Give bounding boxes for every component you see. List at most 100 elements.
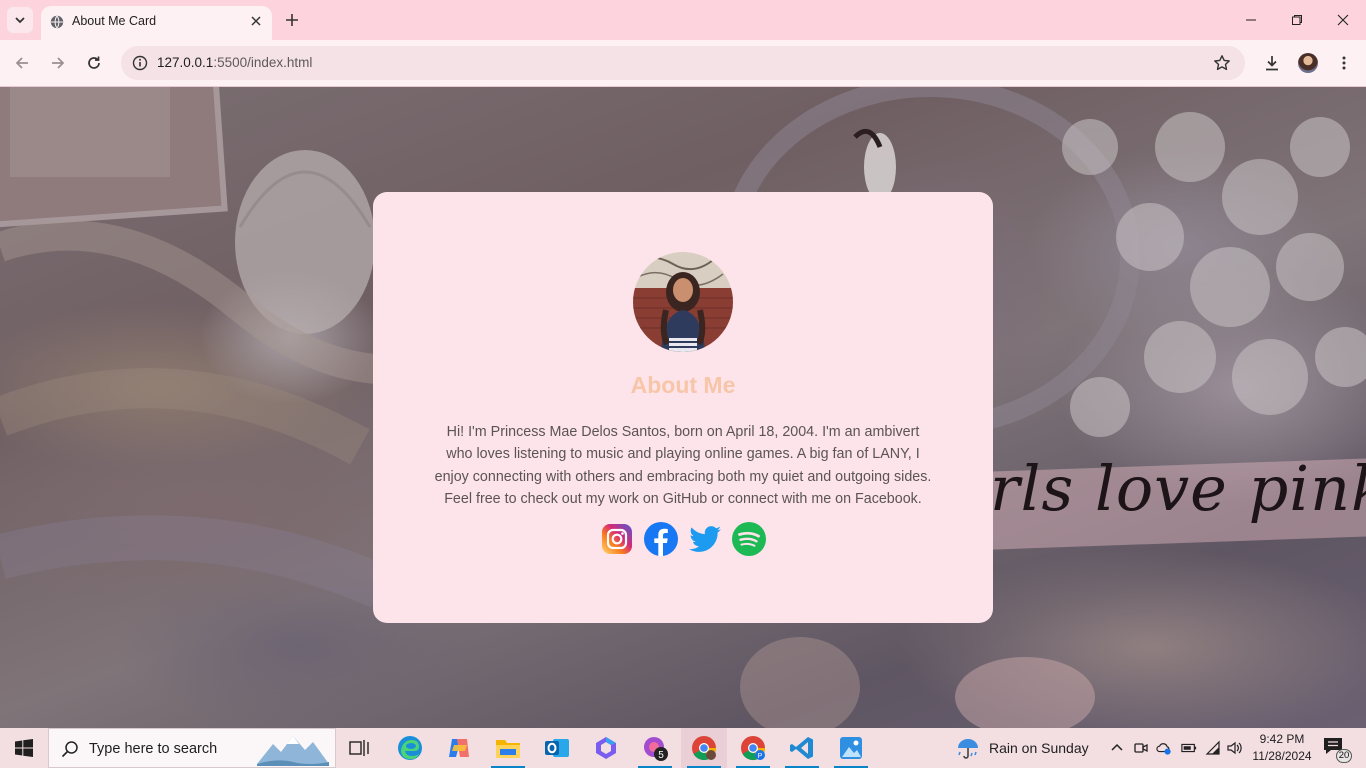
- spotify-link[interactable]: [731, 521, 767, 557]
- download-icon: [1266, 56, 1278, 71]
- tray-battery[interactable]: [1181, 740, 1197, 756]
- taskbar-outlook[interactable]: [534, 728, 580, 768]
- browser-toolbar: 127.0.0.1:5500/index.html: [0, 40, 1366, 87]
- taskbar-m365[interactable]: [583, 728, 629, 768]
- facebook-link[interactable]: [643, 521, 679, 557]
- camera-icon: [1134, 743, 1148, 753]
- windows-logo-icon: [15, 739, 33, 757]
- downloads-button[interactable]: [1260, 51, 1284, 75]
- cloud-icon: [1156, 743, 1171, 755]
- page-viewport: rls love pink. About Me Hi! I'm P: [0, 87, 1366, 728]
- url-host: 127.0.0.1: [157, 55, 214, 70]
- umbrella-rain-icon: [958, 739, 978, 759]
- background-text: rls love pink.: [990, 452, 1366, 525]
- svg-text:P: P: [758, 753, 763, 760]
- minimize-button[interactable]: [1239, 8, 1263, 32]
- taskbar-chrome-profile[interactable]: P: [730, 728, 776, 768]
- new-tab-button[interactable]: [282, 10, 302, 30]
- tab-search-button[interactable]: [7, 7, 33, 33]
- chrome-icon: [692, 736, 717, 761]
- search-highlight-mountains-icon: [257, 736, 329, 766]
- wifi-icon: [1205, 740, 1220, 755]
- url-text[interactable]: 127.0.0.1:5500/index.html: [157, 55, 312, 70]
- twitter-icon: [689, 526, 721, 552]
- plus-icon: [286, 14, 298, 26]
- tray-meet-now[interactable]: [1133, 740, 1149, 756]
- photos-icon: [840, 737, 862, 759]
- instagram-link[interactable]: [599, 521, 635, 557]
- chrome-icon: P: [741, 736, 766, 761]
- bookmark-star-icon[interactable]: [1213, 54, 1231, 72]
- close-icon: [1337, 14, 1349, 26]
- start-button[interactable]: [0, 728, 48, 768]
- restore-button[interactable]: [1285, 8, 1309, 32]
- tray-network[interactable]: [1205, 740, 1221, 756]
- notification-count: 20: [1336, 749, 1352, 763]
- browser-tab-strip: About Me Card: [0, 0, 1366, 40]
- search-placeholder: Type here to search: [89, 741, 218, 757]
- copilot-icon: [449, 739, 469, 757]
- outlook-icon: [545, 739, 569, 757]
- twitter-link[interactable]: [687, 521, 723, 557]
- tab-title: About Me Card: [72, 14, 157, 28]
- info-icon: [132, 55, 148, 71]
- globe-icon: [50, 15, 64, 29]
- about-bio: Hi! I'm Princess Mae Delos Santos, born …: [434, 424, 932, 507]
- vscode-icon: [790, 737, 813, 759]
- weather-text: Rain on Sunday: [989, 740, 1089, 756]
- copilot-badge: 5: [658, 750, 664, 761]
- restore-icon: [1292, 15, 1302, 25]
- avatar: [1298, 53, 1318, 73]
- microsoft-365-icon: [596, 737, 616, 759]
- taskbar-copilot[interactable]: [436, 728, 482, 768]
- edge-icon: [398, 736, 422, 760]
- close-tab-icon[interactable]: [248, 13, 264, 29]
- site-info-button[interactable]: [129, 52, 151, 74]
- folder-icon: [496, 740, 520, 758]
- instagram-icon: [602, 524, 632, 554]
- address-bar[interactable]: 127.0.0.1:5500/index.html: [121, 46, 1245, 80]
- taskbar-vscode[interactable]: [779, 728, 825, 768]
- task-view-icon: [349, 740, 369, 756]
- url-path: :5500/index.html: [213, 55, 313, 70]
- close-window-button[interactable]: [1331, 8, 1355, 32]
- tray-volume[interactable]: [1226, 740, 1242, 756]
- reload-button[interactable]: [82, 51, 106, 75]
- speaker-icon: [1227, 741, 1242, 755]
- clock-time: 9:42 PM: [1259, 732, 1305, 746]
- profile-button[interactable]: [1296, 51, 1320, 75]
- clock-date: 11/28/2024: [1252, 749, 1312, 763]
- arrow-right-icon: [52, 57, 65, 69]
- chevron-down-icon: [15, 17, 25, 24]
- taskbar-search-box[interactable]: Type here to search: [48, 728, 336, 768]
- weather-widget[interactable]: Rain on Sunday: [955, 728, 1089, 768]
- minimize-icon: [1246, 19, 1256, 21]
- taskbar-chrome-active[interactable]: [681, 728, 727, 768]
- task-view-button[interactable]: [336, 728, 382, 768]
- taskbar-file-explorer[interactable]: [485, 728, 531, 768]
- battery-icon: [1181, 743, 1197, 753]
- arrow-left-icon: [15, 57, 28, 69]
- more-vertical-icon: [1342, 56, 1346, 70]
- show-hidden-icons-button[interactable]: [1109, 740, 1125, 756]
- facebook-icon: [644, 522, 678, 556]
- browser-menu-button[interactable]: [1332, 51, 1356, 75]
- taskbar-clock[interactable]: 9:42 PM 11/28/2024: [1244, 731, 1320, 765]
- taskbar-copilot-app[interactable]: 5: [632, 728, 678, 768]
- copilot-app-icon: 5: [644, 737, 668, 761]
- reload-icon: [88, 56, 100, 69]
- tab-about-me-card[interactable]: About Me Card: [41, 6, 272, 40]
- back-button[interactable]: [10, 51, 34, 75]
- windows-taskbar: Type here to search 5 P Rain on Sunday 9…: [0, 728, 1366, 768]
- forward-button[interactable]: [46, 51, 70, 75]
- tray-onedrive[interactable]: [1156, 740, 1172, 756]
- taskbar-photos[interactable]: [828, 728, 874, 768]
- about-title: About Me: [630, 372, 736, 398]
- profile-photo: [633, 252, 733, 352]
- about-me-card: About Me Hi! I'm Princess Mae Delos Sant…: [373, 192, 993, 623]
- taskbar-edge[interactable]: [387, 728, 433, 768]
- search-icon: [61, 741, 78, 758]
- spotify-icon: [732, 522, 766, 556]
- notification-center-button[interactable]: 20: [1322, 736, 1352, 763]
- chevron-up-icon: [1111, 743, 1123, 751]
